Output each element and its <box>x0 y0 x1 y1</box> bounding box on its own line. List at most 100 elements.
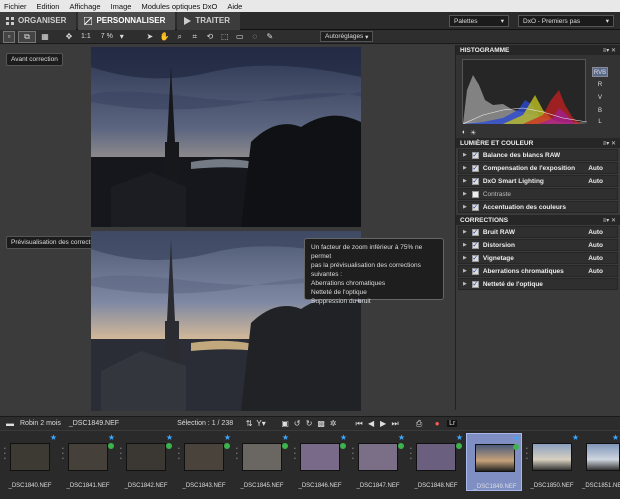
thumbnail[interactable]: • • • ★ _DSC1842.NEF <box>118 433 174 491</box>
panel-controls-icon[interactable]: ≡▾ ✕ <box>603 47 616 54</box>
star-icon[interactable]: ★ <box>166 433 173 442</box>
lightroom-export-button[interactable]: Lr <box>447 420 458 427</box>
thumbnail-selected[interactable]: • • • ★ _DSC1849.NEF <box>466 433 522 491</box>
palettes-dropdown[interactable]: Palettes ▾ <box>449 15 509 27</box>
enable-checkbox[interactable]: ✓ <box>471 164 479 172</box>
thumbnail[interactable]: • • • ★ _DSC1847.NEF <box>350 433 406 491</box>
expand-arrow-icon[interactable]: ▶ <box>463 165 467 171</box>
channel-r[interactable]: R <box>592 80 608 90</box>
preset-dropdown[interactable]: DxO - Premiers pas ▾ <box>518 15 614 27</box>
section-light-color-header[interactable]: LUMIÈRE ET COULEUR ≡▾ ✕ <box>456 138 620 148</box>
correction-row-smart-lighting[interactable]: ▶ ✓ DxO Smart Lighting Auto <box>458 175 618 187</box>
rotate-right-icon[interactable]: ↻ <box>303 418 315 430</box>
last-image-icon[interactable]: ⏭ <box>389 418 401 430</box>
rotate-left-icon[interactable]: ↺ <box>291 418 303 430</box>
grid-toggle-icon[interactable]: ▦ <box>39 31 51 43</box>
previous-image-icon[interactable]: ◀ <box>365 418 377 430</box>
panel-controls-icon[interactable]: ≡▾ ✕ <box>603 140 616 147</box>
single-view-icon[interactable]: ▫ <box>3 30 15 43</box>
thumbnail[interactable]: • • • ★ _DSC1841.NEF <box>60 433 116 491</box>
enable-checkbox[interactable]: ✓ <box>471 190 479 198</box>
menu-file[interactable]: Fichier <box>4 2 27 11</box>
enable-checkbox[interactable]: ✓ <box>471 151 479 159</box>
enable-checkbox[interactable]: ✓ <box>471 228 479 236</box>
enable-checkbox[interactable]: ✓ <box>471 241 479 249</box>
image-viewer[interactable]: Avant correction Prévisualisation des co… <box>0 45 453 411</box>
expand-arrow-icon[interactable]: ▶ <box>463 268 467 274</box>
settings-icon[interactable]: ✲ <box>327 418 339 430</box>
channel-rgb[interactable]: RVB <box>592 67 608 77</box>
correction-row-white-balance[interactable]: ▶ ✓ Balance des blancs RAW <box>458 149 618 161</box>
expand-arrow-icon[interactable]: ▶ <box>463 191 467 197</box>
correction-row-color-accent[interactable]: ▶ ✓ Accentuation des couleurs <box>458 201 618 213</box>
info-icon[interactable]: ▣ <box>279 418 291 430</box>
tab-traiter[interactable]: TRAITER <box>177 11 241 30</box>
tab-personnaliser[interactable]: PERSONNALISER <box>78 11 176 30</box>
enable-checkbox[interactable]: ✓ <box>471 280 479 288</box>
pointer-icon[interactable]: ➤ <box>144 31 156 43</box>
compare-view-icon[interactable]: ⧉ <box>18 30 36 43</box>
star-icon[interactable]: ★ <box>612 433 619 442</box>
channel-b[interactable]: B <box>592 106 608 116</box>
highlight-clipping-icon[interactable]: ☀ <box>470 129 476 137</box>
menu-edit[interactable]: Edition <box>37 2 60 11</box>
channel-l[interactable]: L <box>592 117 608 127</box>
perspective-icon[interactable]: ⬚ <box>219 31 231 43</box>
enable-checkbox[interactable]: ✓ <box>471 203 479 211</box>
eyedropper-icon[interactable]: ✎ <box>264 31 276 43</box>
compare-icon[interactable]: ▩ <box>315 418 327 430</box>
expand-arrow-icon[interactable]: ▶ <box>463 242 467 248</box>
star-icon[interactable]: ★ <box>572 433 579 442</box>
expand-arrow-icon[interactable]: ▶ <box>463 229 467 235</box>
menu-help[interactable]: Aide <box>227 2 242 11</box>
menu-optics-modules[interactable]: Modules optiques DxO <box>141 2 217 11</box>
white-balance-icon[interactable]: ▭ <box>234 31 246 43</box>
menu-image[interactable]: Image <box>111 2 132 11</box>
thumbnail[interactable]: • • • ★ _DSC1840.NEF <box>2 433 58 491</box>
thumbnail[interactable]: ★ _DSC1851.NEF <box>582 433 620 491</box>
rotate-icon[interactable]: ⟲ <box>204 31 216 43</box>
tab-label[interactable]: TRAITER <box>195 16 230 25</box>
sort-icon[interactable]: ⇅ <box>243 418 255 430</box>
star-icon[interactable]: ★ <box>340 433 347 442</box>
thumbnail[interactable]: • • • ★ _DSC1846.NEF <box>292 433 348 491</box>
thumbnail[interactable]: • • • ★ _DSC1850.NEF <box>524 433 580 491</box>
expand-arrow-icon[interactable]: ▶ <box>463 255 467 261</box>
expand-arrow-icon[interactable]: ▶ <box>463 204 467 210</box>
hand-icon[interactable]: ✋ <box>159 31 171 43</box>
tab-organiser[interactable]: ORGANISER <box>0 11 77 30</box>
star-icon[interactable]: ★ <box>108 433 115 442</box>
correction-row-lens-sharpness[interactable]: ▶ ✓ Netteté de l'optique <box>458 278 618 290</box>
zoom-dropdown[interactable]: 7 % <box>101 33 113 40</box>
repair-icon[interactable]: ◌ <box>249 31 261 43</box>
star-icon[interactable]: ★ <box>513 434 520 443</box>
enable-checkbox[interactable]: ✓ <box>471 177 479 185</box>
print-icon[interactable]: ⎙ <box>413 418 425 430</box>
correction-row-raw-noise[interactable]: ▶ ✓ Bruit RAW Auto <box>458 226 618 238</box>
menu-view[interactable]: Affichage <box>69 2 100 11</box>
thumbnail[interactable]: • • • ★ _DSC1845.NEF <box>234 433 290 491</box>
star-icon[interactable]: ★ <box>456 433 463 442</box>
thumbnail[interactable]: • • • ★ _DSC1843.NEF <box>176 433 232 491</box>
channel-v[interactable]: V <box>592 93 608 103</box>
expand-arrow-icon[interactable]: ▶ <box>463 178 467 184</box>
panel-controls-icon[interactable]: ≡▾ ✕ <box>603 217 616 224</box>
star-icon[interactable]: ★ <box>398 433 405 442</box>
shadow-clipping-icon[interactable]: ◐ <box>462 129 466 136</box>
first-image-icon[interactable]: ⏮ <box>353 418 365 430</box>
correction-row-exposure[interactable]: ▶ ✓ Compensation de l'exposition Auto <box>458 162 618 174</box>
next-image-icon[interactable]: ▶ <box>377 418 389 430</box>
auto-adjust-dropdown[interactable]: Autoréglages ▾ <box>320 31 374 42</box>
magnifier-icon[interactable]: ⌕ <box>174 31 186 43</box>
expand-arrow-icon[interactable]: ▶ <box>463 152 467 158</box>
before-image[interactable] <box>91 47 361 227</box>
correction-row-vignetting[interactable]: ▶ ✓ Vignetage Auto <box>458 252 618 264</box>
section-corrections-header[interactable]: CORRECTIONS ≡▾ ✕ <box>456 215 620 225</box>
enable-checkbox[interactable]: ✓ <box>471 254 479 262</box>
correction-row-contrast[interactable]: ▶ ✓ Contraste <box>458 188 618 200</box>
color-dots-icon[interactable]: ● <box>431 418 443 430</box>
thumbnail[interactable]: • • • ★ _DSC1848.NEF <box>408 433 464 491</box>
correction-row-chromatic-aberration[interactable]: ▶ ✓ Aberrations chromatiques Auto <box>458 265 618 277</box>
expand-arrow-icon[interactable]: ▶ <box>463 281 467 287</box>
filter-icon[interactable]: Y▾ <box>255 418 267 430</box>
